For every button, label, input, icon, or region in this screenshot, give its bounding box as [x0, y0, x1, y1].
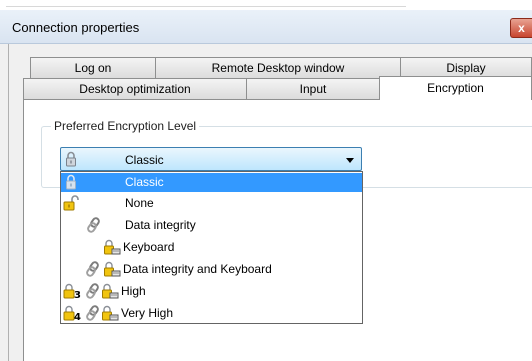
keyboard-lock-icon	[101, 283, 119, 299]
tab-desktop-optimization[interactable]: Desktop optimization	[23, 78, 247, 99]
option-label: None	[125, 196, 154, 210]
option-label: Very High	[121, 306, 174, 320]
dialog-left-edge	[0, 44, 9, 361]
tab-label: Log on	[74, 61, 112, 75]
padlock-closed-icon	[65, 174, 77, 190]
tab-input[interactable]: Input	[246, 78, 380, 99]
svg-text:4: 4	[74, 312, 81, 321]
option-classic[interactable]: Classic	[61, 173, 362, 192]
keyboard-lock-icon	[101, 305, 119, 321]
option-label: High	[121, 284, 146, 298]
encryption-level-combobox[interactable]: Classic	[60, 147, 362, 171]
option-none[interactable]: None	[61, 194, 362, 213]
chevron-down-icon[interactable]	[346, 158, 354, 163]
tab-display[interactable]: Display	[400, 57, 532, 78]
padlock-closed-icon	[65, 151, 77, 167]
tab-log-on[interactable]: Log on	[30, 57, 156, 78]
option-label: Keyboard	[123, 240, 175, 254]
padlock-open-icon	[63, 195, 79, 211]
tab-label: Desktop optimization	[79, 82, 191, 96]
tab-label: Remote Desktop window	[211, 61, 345, 75]
keyboard-lock-icon	[103, 261, 121, 277]
close-icon: x	[518, 21, 525, 35]
tab-label: Display	[446, 61, 486, 75]
option-data-integrity-and-keyboard[interactable]: Data integrity and Keyboard	[61, 260, 362, 279]
option-data-integrity[interactable]: Data integrity	[61, 216, 362, 235]
close-button[interactable]: x	[510, 18, 532, 38]
option-label: Data integrity	[125, 218, 196, 232]
title-bar: Connection properties x	[0, 10, 532, 44]
option-label: Classic	[125, 175, 164, 189]
encryption-level-dropdown-list: Classic None Data integrity Keyboard Dat…	[60, 171, 363, 324]
level-3-lock-icon: 3	[63, 283, 83, 299]
chain-link-icon	[85, 261, 101, 277]
option-keyboard[interactable]: Keyboard	[61, 238, 362, 257]
option-high[interactable]: 3 High	[61, 282, 362, 301]
svg-text:3: 3	[74, 290, 81, 299]
tab-remote-desktop-window[interactable]: Remote Desktop window	[155, 57, 401, 78]
level-4-lock-icon: 4	[63, 305, 83, 321]
chain-link-icon	[85, 283, 101, 299]
tab-encryption[interactable]: Encryption	[379, 76, 532, 100]
window-title: Connection properties	[12, 20, 140, 35]
chain-link-icon	[85, 305, 101, 321]
combobox-selected-value: Classic	[125, 153, 164, 167]
group-label: Preferred Encryption Level	[51, 119, 200, 133]
option-label: Data integrity and Keyboard	[123, 262, 272, 276]
chain-link-icon	[86, 217, 102, 233]
option-very-high[interactable]: 4 Very High	[61, 304, 362, 323]
background-window-edge	[0, 0, 532, 10]
tab-label: Encryption	[427, 81, 484, 95]
tab-label: Input	[299, 82, 327, 96]
keyboard-lock-icon	[103, 239, 121, 255]
